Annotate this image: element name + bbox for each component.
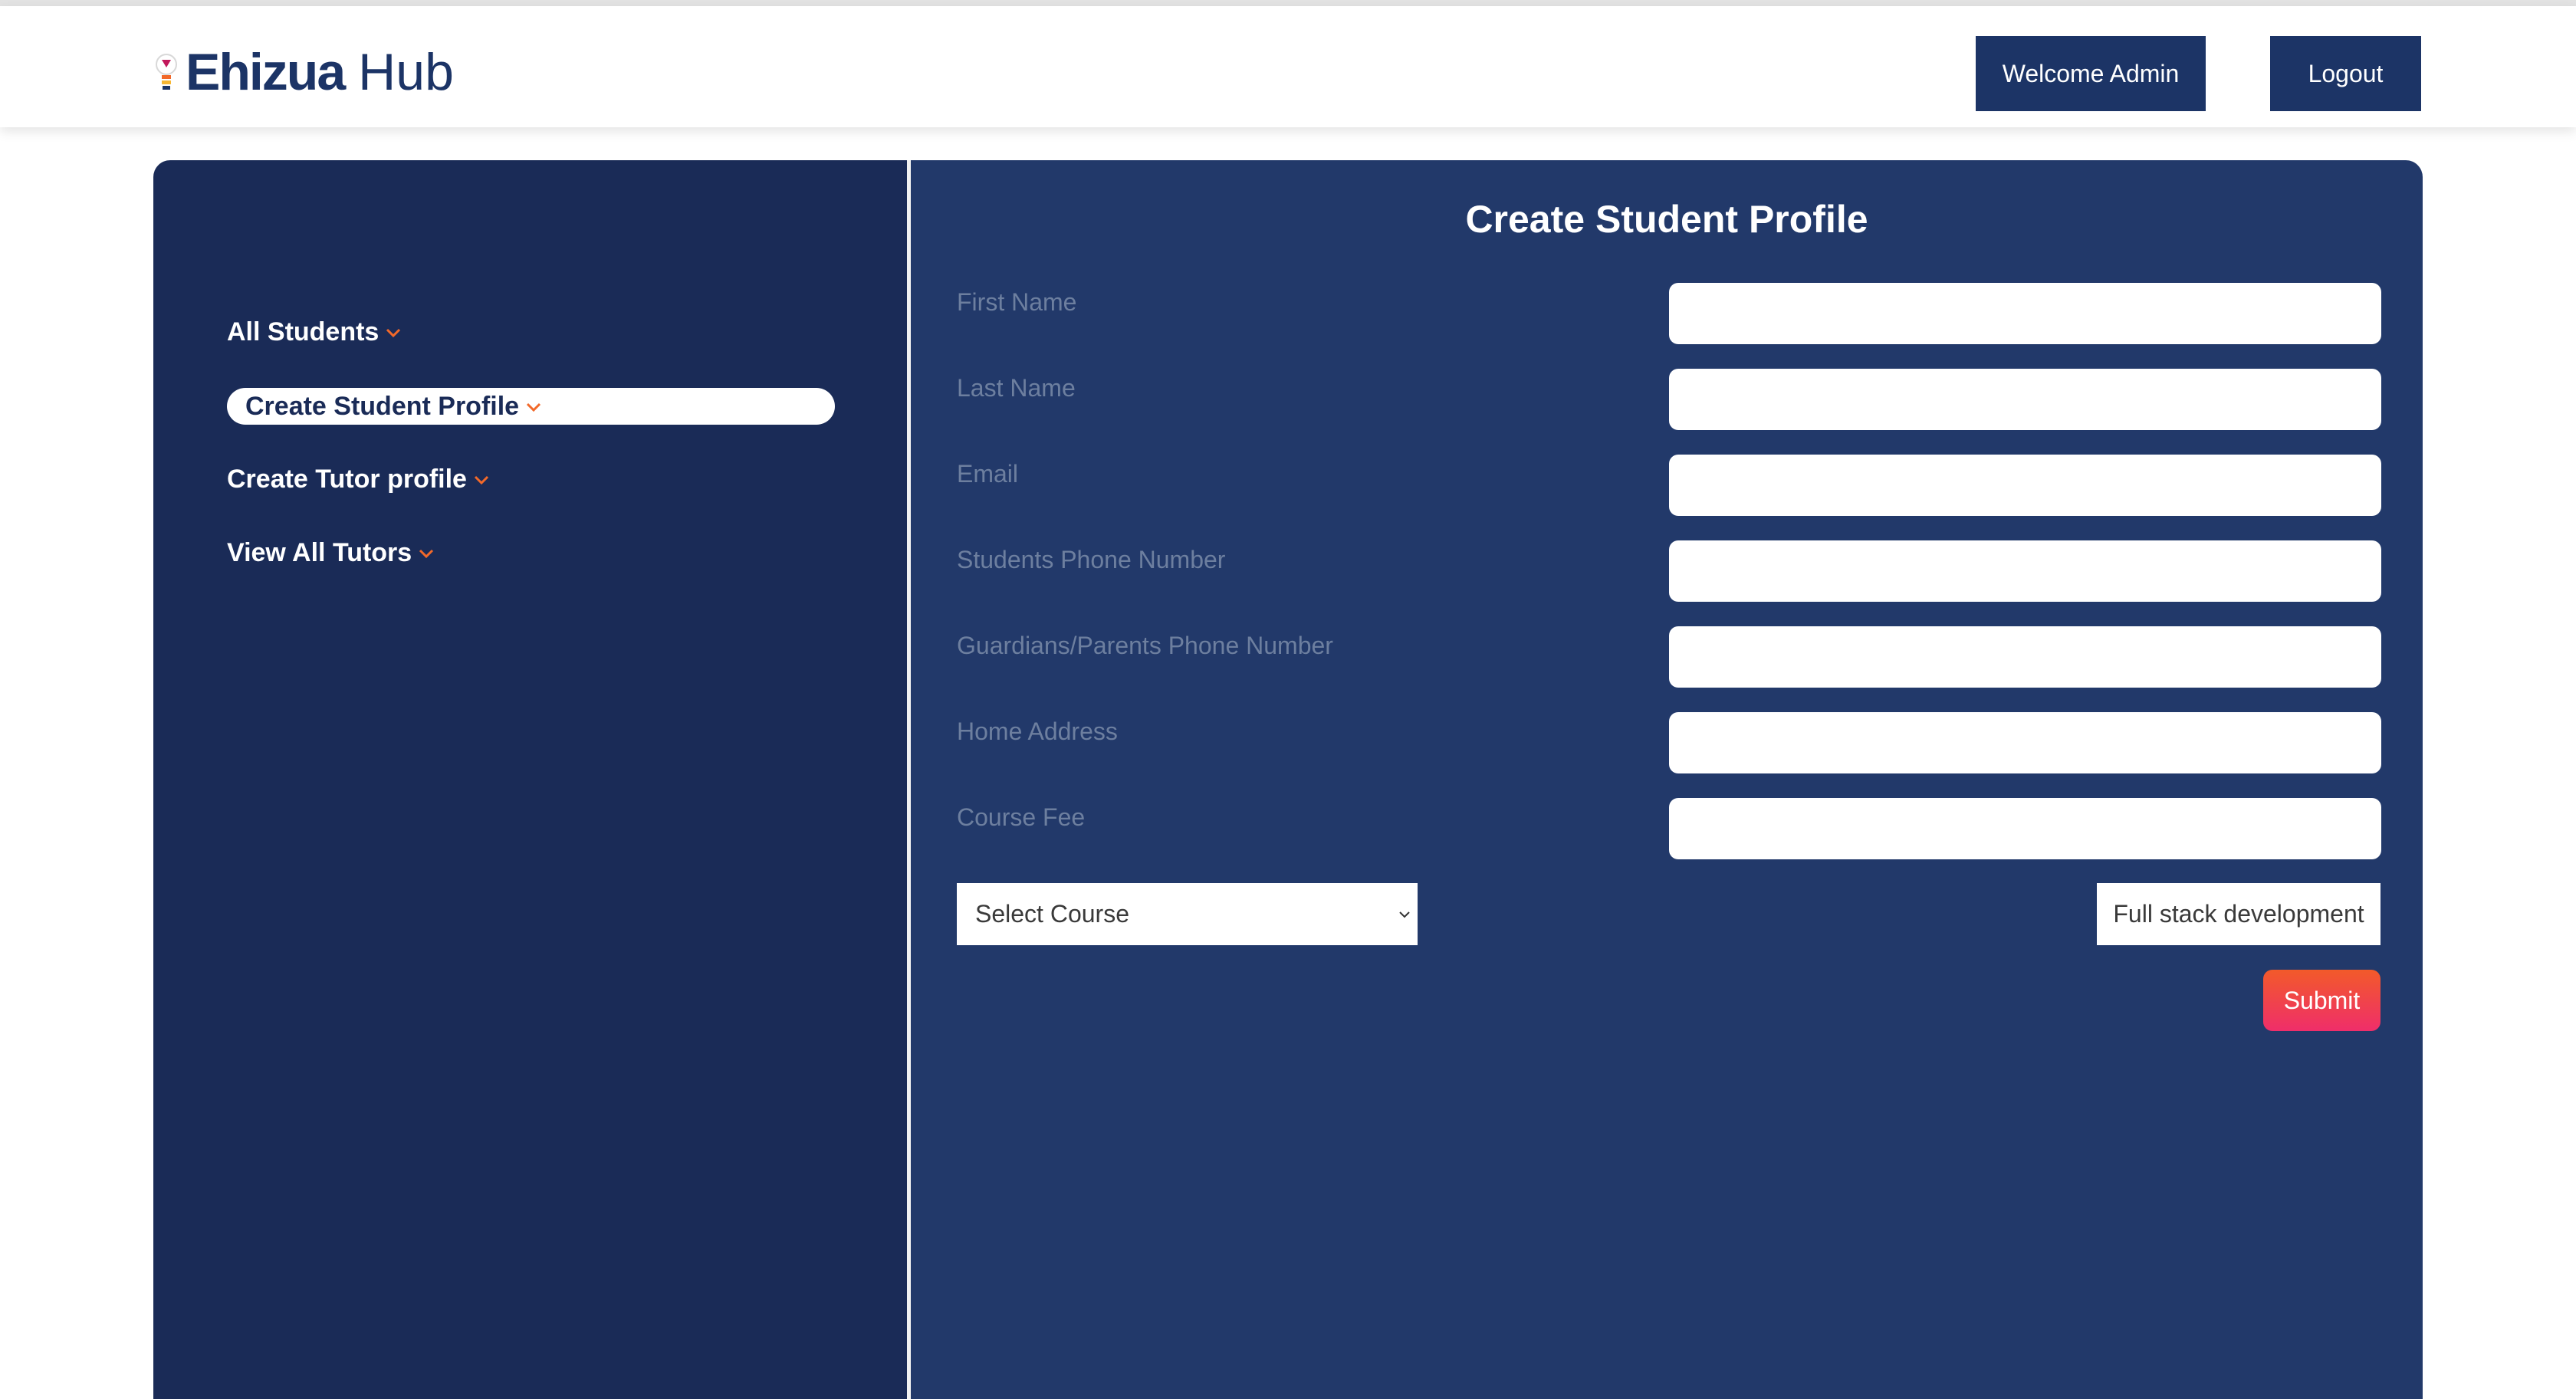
home-address-label: Home Address	[957, 718, 1118, 745]
create-student-form: Create Student Profile First Name Last N…	[911, 160, 2423, 1399]
dashboard-panel: All Students Create Student Profile Crea…	[153, 160, 2423, 1399]
chevron-down-icon	[527, 402, 541, 412]
sidebar: All Students Create Student Profile Crea…	[153, 160, 907, 1399]
email-input[interactable]	[1669, 455, 2381, 516]
guardian-phone-input[interactable]	[1669, 626, 2381, 688]
course-fee-label: Course Fee	[957, 803, 1086, 831]
welcome-admin-button[interactable]: Welcome Admin	[1976, 36, 2206, 111]
chevron-down-icon	[474, 475, 489, 485]
top-header: Ehizua Hub Welcome Admin Logout	[0, 6, 2576, 127]
brand-logo[interactable]: Ehizua Hub	[153, 41, 454, 103]
guardian-phone-label: Guardians/Parents Phone Number	[957, 632, 1333, 659]
last-name-input[interactable]	[1669, 369, 2381, 430]
course-select-value: Select Course	[975, 900, 1129, 928]
chevron-down-icon	[386, 328, 401, 338]
sidebar-item-label: Create Tutor profile	[227, 464, 467, 494]
first-name-label: First Name	[957, 288, 1077, 316]
chevron-down-icon	[1399, 911, 1410, 918]
sidebar-item-view-all-tutors[interactable]: View All Tutors	[227, 534, 436, 571]
sidebar-item-label: View All Tutors	[227, 537, 412, 567]
student-phone-label: Students Phone Number	[957, 546, 1226, 573]
email-label: Email	[957, 460, 1019, 488]
sidebar-item-label: All Students	[227, 317, 380, 346]
logout-button[interactable]: Logout	[2270, 36, 2421, 111]
course-select[interactable]: Select Course	[957, 883, 1418, 945]
sidebar-item-create-student-profile[interactable]: Create Student Profile	[227, 388, 835, 425]
top-border	[0, 0, 2576, 6]
lightbulb-logo-icon	[156, 54, 177, 90]
logo-text-hub: Hub	[358, 43, 454, 101]
sidebar-item-label: Create Student Profile	[245, 391, 520, 421]
home-address-input[interactable]	[1669, 712, 2381, 773]
chevron-down-icon	[419, 549, 434, 559]
student-phone-input[interactable]	[1669, 540, 2381, 602]
selected-course-display[interactable]: Full stack development	[2097, 883, 2380, 945]
course-fee-input[interactable]	[1669, 798, 2381, 859]
last-name-label: Last Name	[957, 374, 1076, 402]
logo-text-ehizua: Ehizua	[186, 43, 346, 101]
sidebar-item-all-students[interactable]: All Students	[227, 314, 403, 350]
first-name-input[interactable]	[1669, 283, 2381, 344]
form-title: Create Student Profile	[1465, 198, 1868, 241]
sidebar-item-create-tutor-profile[interactable]: Create Tutor profile	[227, 461, 491, 498]
submit-button[interactable]: Submit	[2263, 970, 2380, 1031]
